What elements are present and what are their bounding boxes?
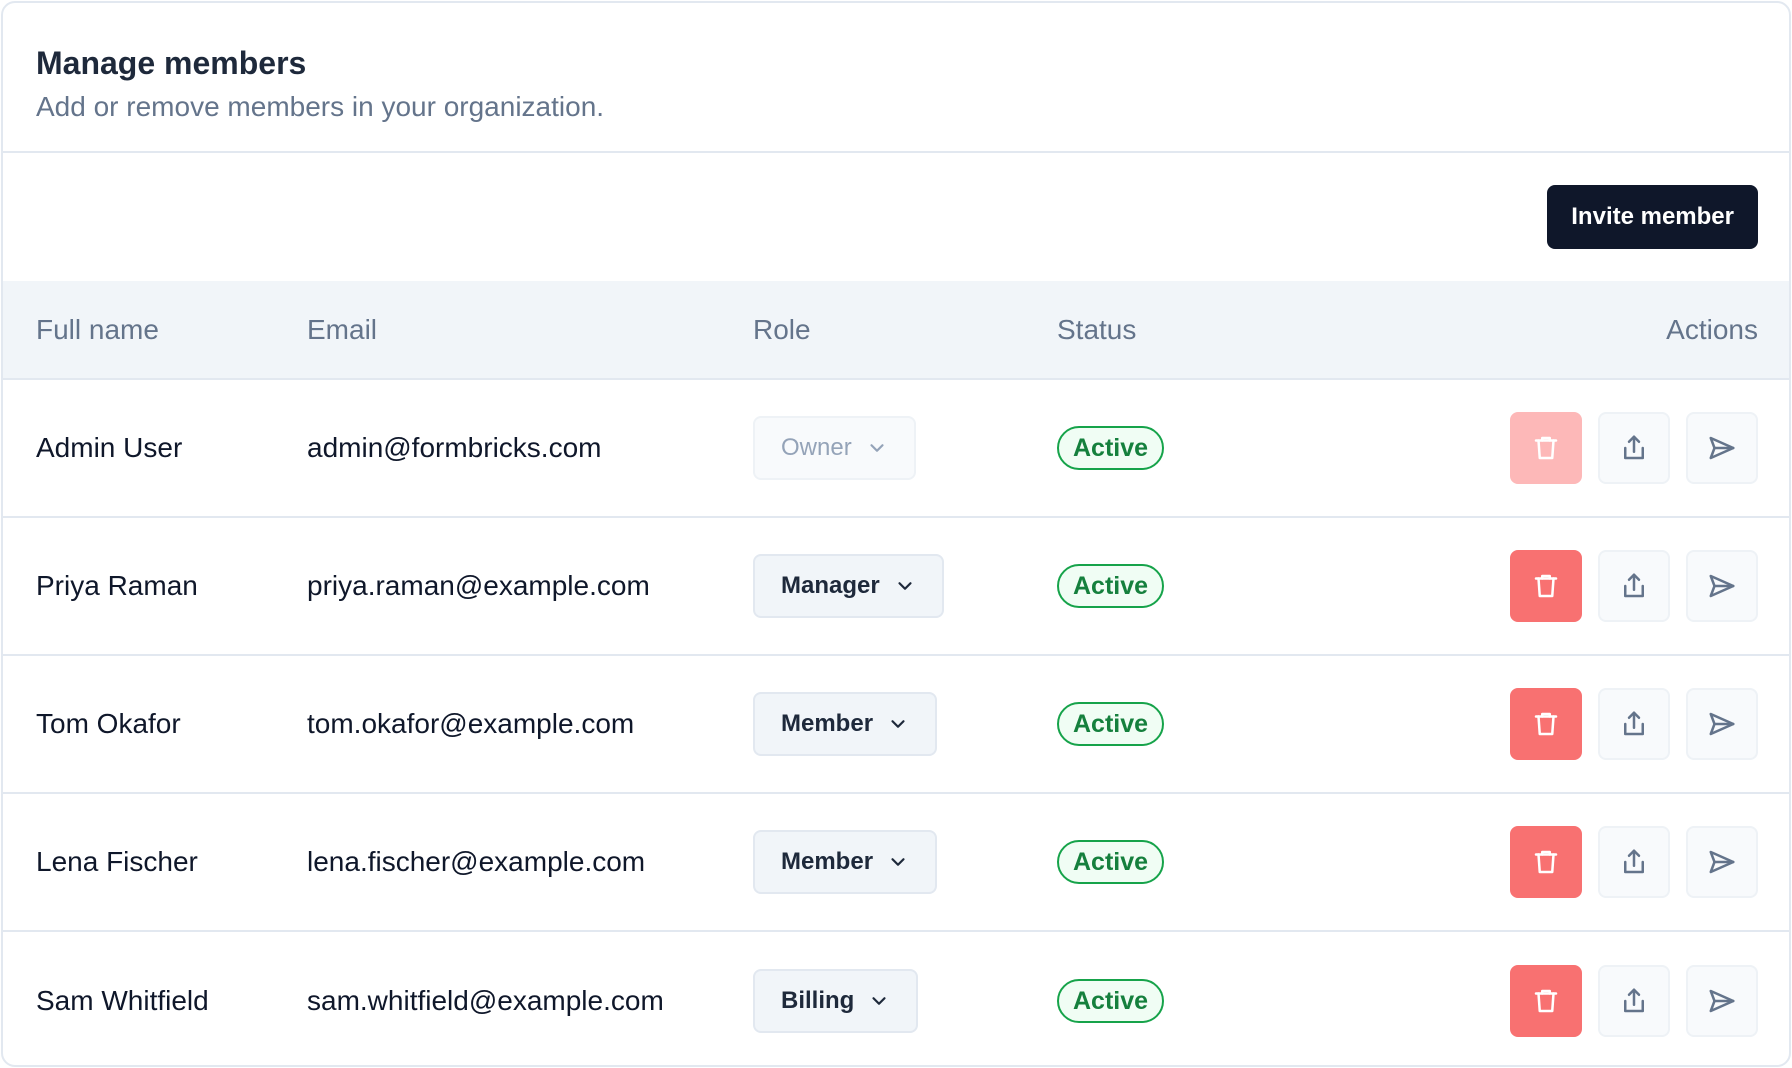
column-header-email: Email [307, 281, 753, 380]
share-member-button[interactable] [1598, 826, 1670, 898]
member-row: Admin User admin@formbricks.com Owner Ac… [3, 379, 1789, 517]
page-title: Manage members [36, 45, 307, 81]
trash-icon [1531, 571, 1561, 601]
members-table: Full name Email Role Status Actions Admi… [3, 281, 1789, 1065]
member-email: priya.raman@example.com [307, 570, 650, 601]
delete-member-button[interactable] [1510, 964, 1582, 1037]
row-actions [1387, 826, 1789, 898]
table-header: Full name Email Role Status Actions [3, 281, 1789, 380]
column-header-status: Status [1057, 281, 1387, 380]
chevron-down-icon [868, 990, 890, 1012]
send-invite-button[interactable] [1686, 688, 1758, 760]
share-upload-icon [1619, 571, 1649, 601]
status-badge: Active [1057, 702, 1165, 746]
delete-member-button[interactable] [1510, 688, 1582, 760]
row-actions [1387, 688, 1789, 760]
role-dropdown[interactable]: Member [753, 830, 938, 894]
member-email: admin@formbricks.com [307, 432, 602, 463]
row-actions [1387, 964, 1789, 1037]
table-body: Admin User admin@formbricks.com Owner Ac… [3, 379, 1789, 1065]
delete-member-button[interactable] [1510, 412, 1582, 484]
share-member-button[interactable] [1598, 688, 1670, 760]
status-badge: Active [1057, 564, 1165, 608]
member-row: Tom Okafor tom.okafor@example.com Member… [3, 655, 1789, 793]
member-email: lena.fischer@example.com [307, 846, 646, 877]
share-upload-icon [1619, 709, 1649, 739]
send-invite-button[interactable] [1686, 964, 1758, 1037]
chevron-down-icon [894, 575, 916, 597]
share-member-button[interactable] [1598, 964, 1670, 1037]
page-subtitle: Add or remove members in your organizati… [36, 91, 605, 122]
member-row: Sam Whitfield sam.whitfield@example.com … [3, 931, 1789, 1065]
send-invite-button[interactable] [1686, 826, 1758, 898]
send-icon [1707, 571, 1737, 601]
toolbar: Invite member [3, 153, 1789, 281]
member-name: Sam Whitfield [36, 984, 209, 1016]
role-label: Owner [781, 434, 852, 461]
send-invite-button[interactable] [1686, 550, 1758, 622]
role-dropdown[interactable]: Member [753, 692, 938, 756]
share-upload-icon [1619, 986, 1649, 1016]
role-dropdown[interactable]: Billing [753, 968, 919, 1033]
chevron-down-icon [887, 713, 909, 735]
delete-member-button[interactable] [1510, 550, 1582, 622]
role-label: Billing [781, 986, 855, 1014]
share-member-button[interactable] [1598, 412, 1670, 484]
send-icon [1707, 986, 1737, 1016]
trash-icon [1531, 986, 1561, 1016]
status-badge: Active [1057, 978, 1165, 1023]
trash-icon [1531, 847, 1561, 877]
role-label: Member [781, 710, 874, 737]
column-header-actions: Actions [1387, 281, 1789, 380]
member-name: Priya Raman [36, 570, 198, 601]
share-member-button[interactable] [1598, 550, 1670, 622]
table-header-row: Full name Email Role Status Actions [3, 281, 1789, 380]
member-name: Tom Okafor [36, 708, 181, 739]
invite-member-button[interactable]: Invite member [1547, 185, 1758, 249]
role-dropdown[interactable]: Owner [753, 416, 916, 480]
send-invite-button[interactable] [1686, 412, 1758, 484]
send-icon [1707, 433, 1737, 463]
row-actions [1387, 550, 1789, 622]
member-row: Priya Raman priya.raman@example.com Mana… [3, 517, 1789, 655]
send-icon [1707, 709, 1737, 739]
role-dropdown[interactable]: Manager [753, 554, 944, 618]
status-badge: Active [1057, 840, 1165, 884]
row-actions [1387, 412, 1789, 484]
member-name: Lena Fischer [36, 846, 198, 877]
trash-icon [1531, 433, 1561, 463]
member-row: Lena Fischer lena.fischer@example.com Me… [3, 793, 1789, 931]
role-label: Manager [781, 572, 880, 599]
card-header: Manage members Add or remove members in … [3, 3, 1789, 153]
member-email: tom.okafor@example.com [307, 708, 635, 739]
delete-member-button[interactable] [1510, 826, 1582, 898]
status-badge: Active [1057, 426, 1165, 470]
member-email: sam.whitfield@example.com [307, 984, 664, 1016]
chevron-down-icon [866, 437, 888, 459]
members-card: Manage members Add or remove members in … [1, 1, 1791, 1067]
role-label: Member [781, 848, 874, 875]
chevron-down-icon [887, 851, 909, 873]
column-header-role: Role [753, 281, 1057, 380]
send-icon [1707, 847, 1737, 877]
share-upload-icon [1619, 847, 1649, 877]
share-upload-icon [1619, 433, 1649, 463]
member-name: Admin User [36, 432, 183, 463]
column-header-full-name: Full name [3, 281, 307, 380]
trash-icon [1531, 709, 1561, 739]
